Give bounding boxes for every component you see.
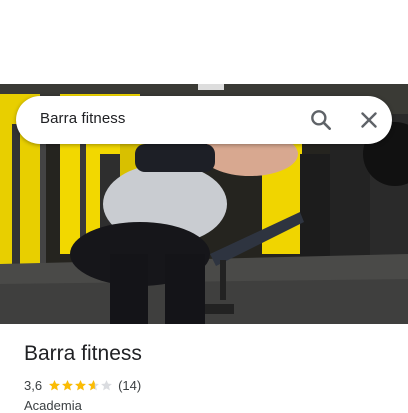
star-icon — [49, 379, 60, 390]
review-count[interactable]: (14) — [118, 378, 141, 393]
place-title[interactable]: Barra fitness — [24, 342, 142, 366]
close-icon[interactable] — [356, 107, 382, 133]
rating-value: 3,6 — [24, 377, 43, 393]
star-icon — [88, 379, 99, 390]
place-category: Academia — [24, 398, 82, 413]
search-input[interactable]: Barra fitness — [40, 110, 126, 127]
star-icon — [62, 379, 73, 390]
top-blank-area — [0, 0, 408, 84]
rating-stars — [48, 379, 113, 392]
rating-row[interactable]: 3,6 (14) — [24, 376, 141, 394]
star-icon — [101, 379, 112, 390]
star-icon — [75, 379, 86, 390]
search-icon[interactable] — [308, 107, 334, 133]
search-bar[interactable]: Barra fitness — [16, 96, 392, 144]
place-info-panel: Barra fitness 3,6 (14) Academia — [0, 324, 408, 413]
